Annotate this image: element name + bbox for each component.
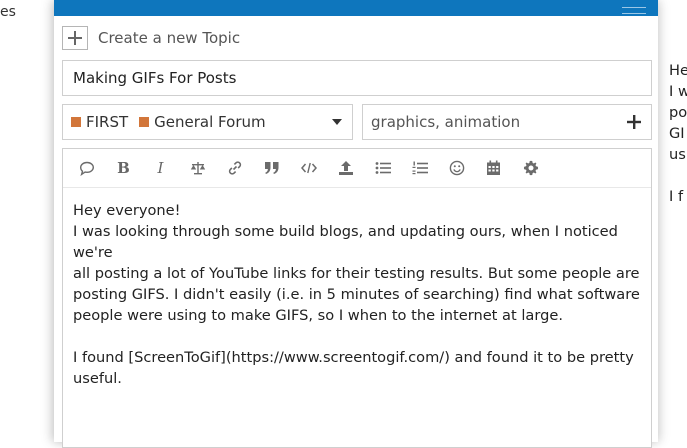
bold-icon: B	[117, 159, 130, 177]
editor-blank-line	[73, 326, 641, 347]
tags-input[interactable]: graphics, animation	[362, 104, 652, 140]
code-icon	[300, 162, 317, 174]
editor-line: all posting a lot of YouTube links for t…	[73, 265, 640, 282]
calendar-icon	[487, 160, 500, 175]
editor-line: I was looking through some build blogs, …	[73, 223, 618, 261]
emoji-icon	[449, 160, 464, 176]
bullet-list-icon	[375, 162, 391, 174]
options-button[interactable]	[512, 153, 549, 183]
parent-category-label: FIRST	[86, 113, 129, 131]
link-icon	[228, 161, 241, 175]
category-color-badge	[139, 117, 150, 127]
bold-button[interactable]: B	[105, 153, 142, 183]
blockquote-button[interactable]	[253, 153, 290, 183]
code-button[interactable]	[290, 153, 327, 183]
preview-line: He	[669, 62, 687, 79]
post-preview: He I w po GI us I f	[669, 60, 687, 207]
editor-toolbar: B I	[63, 149, 651, 188]
numbered-list-button[interactable]	[401, 153, 438, 183]
tags-value: graphics, animation	[371, 113, 521, 131]
editor-line: useful.	[73, 370, 122, 387]
create-topic-button[interactable]	[62, 26, 88, 50]
topic-title-input[interactable]	[62, 60, 652, 96]
editor-line: posting GIFS. I didn't easily (i.e. in 5…	[73, 286, 640, 303]
italic-button[interactable]: I	[142, 153, 179, 183]
gear-icon	[523, 160, 538, 176]
background-page: es	[0, 0, 56, 442]
scale-icon	[190, 162, 205, 175]
strike-button[interactable]	[179, 153, 216, 183]
emoji-button[interactable]	[438, 153, 475, 183]
italic-icon: I	[157, 159, 164, 177]
plus-icon	[68, 31, 82, 45]
preview-line: us	[669, 146, 686, 163]
composer-panel: Create a new Topic FIRST General Forum g…	[54, 0, 658, 448]
editor-line: people were using to make GIFS, so I whe…	[73, 307, 563, 324]
preview-blank-line	[669, 165, 687, 186]
post-editor[interactable]: B I Hey everyone! I was looking through …	[62, 148, 652, 448]
preview-line: I f	[669, 188, 684, 205]
numbered-list-icon	[412, 161, 428, 175]
insert-date-button[interactable]	[475, 153, 512, 183]
blockquote-icon	[264, 162, 278, 174]
caret-down-icon	[332, 119, 342, 125]
category-selector[interactable]: FIRST General Forum	[62, 104, 353, 140]
editor-line: I found [ScreenToGif](https://www.screen…	[73, 349, 634, 366]
composer-action-row: Create a new Topic	[62, 25, 240, 51]
quote-reply-button[interactable]	[68, 153, 105, 183]
composer-resize-bar[interactable]	[54, 0, 658, 16]
add-tag-icon[interactable]	[627, 115, 641, 129]
link-button[interactable]	[216, 153, 253, 183]
editor-textarea[interactable]: Hey everyone! I was looking through some…	[63, 188, 651, 389]
composer-action-title: Create a new Topic	[98, 29, 241, 47]
preview-line: I w	[669, 83, 687, 100]
child-category-label: General Forum	[154, 113, 266, 131]
bullet-list-button[interactable]	[364, 153, 401, 183]
editor-line: Hey everyone!	[73, 202, 181, 219]
upload-button[interactable]	[327, 153, 364, 183]
resize-grip-icon[interactable]	[622, 7, 646, 14]
background-text: es	[0, 4, 16, 20]
quote-icon	[79, 161, 94, 176]
preview-line: GI	[669, 125, 685, 142]
category-color-badge	[71, 117, 81, 127]
upload-icon	[338, 161, 353, 175]
preview-line: po	[669, 104, 687, 121]
